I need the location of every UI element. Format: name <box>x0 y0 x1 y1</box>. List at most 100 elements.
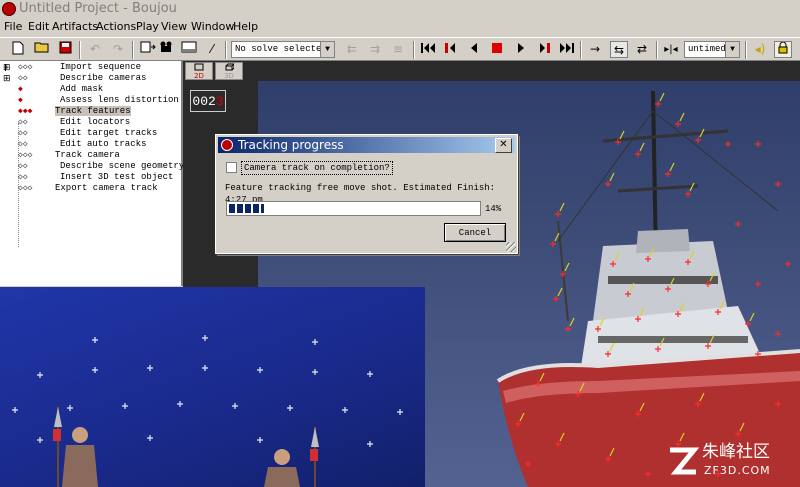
bluescreen-illustration <box>12 335 403 487</box>
camera-track-checkbox-label[interactable]: Camera track on completion? <box>241 161 393 175</box>
play-icon[interactable] <box>512 41 530 58</box>
dialog-title: Tracking progress <box>238 138 344 152</box>
tab-3d-label: 3D <box>224 72 234 80</box>
menu-edit[interactable]: Edit <box>28 18 49 36</box>
task-track-camera[interactable]: ◇◇◇ Track camera <box>18 150 120 161</box>
task-describe-cameras[interactable]: ◇◇ Describe cameras <box>18 73 146 84</box>
solve-next-icon[interactable]: ⇉ <box>366 41 384 58</box>
task-status-icon: ◆ <box>18 85 23 94</box>
loop-icon[interactable]: ⇆ <box>610 41 628 58</box>
task-status-icon: ◇◇◇ <box>18 151 33 160</box>
next-key-icon[interactable] <box>535 41 553 58</box>
toolbar-separator <box>225 41 227 59</box>
task-status-icon: ◇◇◇ <box>18 63 33 72</box>
task-import-sequence[interactable]: ◇◇◇ Import sequence <box>18 62 141 73</box>
menu-artifacts[interactable]: Artifacts <box>52 18 98 36</box>
sound-icon[interactable]: ◂) <box>751 41 769 58</box>
menu-file[interactable]: File <box>4 18 22 36</box>
toolbar-separator <box>745 41 747 59</box>
task-panel: I ◇◇◇ Import sequence ◇◇ Describe cameras … <box>0 61 184 286</box>
watermark-logo: 朱峰社区 ZF3D.COM <box>666 442 796 484</box>
arrow-forward-icon[interactable]: → <box>586 41 604 58</box>
progress-percent: 14% <box>485 204 502 214</box>
task-track-features[interactable]: ◆◆◆ Track features <box>18 106 131 117</box>
expand-icon[interactable]: ⊞ <box>3 64 11 73</box>
task-label: Edit auto tracks <box>60 139 147 149</box>
task-label: Export camera track <box>55 183 158 193</box>
window-title: Untitled Project - Boujou <box>19 1 177 16</box>
view-2d-icon <box>194 63 204 71</box>
toolbar-separator <box>656 41 658 59</box>
solve-select[interactable]: No solve selected ▼ <box>231 41 335 58</box>
menu-window[interactable]: Window <box>191 18 234 36</box>
task-describe-scene-geometry[interactable]: ◇◇ Describe scene geometry <box>18 161 184 172</box>
export-film-icon[interactable] <box>139 41 157 58</box>
step-back-icon[interactable] <box>465 41 483 58</box>
task-status-icon: ◇◇ <box>18 118 28 127</box>
stop-icon[interactable] <box>488 41 506 58</box>
task-status-icon: ◇◇ <box>18 74 28 83</box>
task-label: Track features <box>55 106 131 116</box>
range-icon[interactable]: ▸|◂ <box>662 41 680 58</box>
open-icon[interactable] <box>33 41 51 58</box>
menu-bar: File Edit Artifacts Actions Play View Wi… <box>0 18 800 36</box>
first-frame-icon[interactable] <box>419 41 437 58</box>
task-label: Track camera <box>55 150 120 160</box>
close-icon[interactable]: ✕ <box>495 138 512 153</box>
save-icon[interactable] <box>56 41 74 58</box>
task-label: Assess lens distortion <box>60 95 179 105</box>
task-add-mask[interactable]: ◆ Add mask <box>18 84 103 95</box>
task-insert-3d-test-object[interactable]: ◇◇ Insert 3D test object <box>18 172 173 183</box>
ping-pong-icon[interactable]: ⇄ <box>633 41 651 58</box>
solve-select-value: No solve selected <box>235 44 327 54</box>
solve-all-icon[interactable]: ≡ <box>389 41 407 58</box>
tab-3d[interactable]: 3D <box>215 62 243 80</box>
tab-2d-label: 2D <box>194 72 204 80</box>
solve-prev-icon[interactable]: ⇇ <box>343 41 361 58</box>
expand-icon[interactable]: ⊞ <box>3 75 11 84</box>
task-label: Describe scene geometry <box>60 161 185 171</box>
task-label: Describe cameras <box>60 73 147 83</box>
task-edit-locators[interactable]: ◇◇ Edit locators <box>18 117 130 128</box>
tracking-progress-bar <box>226 201 481 216</box>
task-status-icon: ◇◇ <box>18 173 28 182</box>
bluescreen-preview[interactable] <box>0 287 425 487</box>
task-export-camera-track[interactable]: ◇◇◇ Export camera track <box>18 183 158 194</box>
task-status-icon: ◇◇ <box>18 162 28 171</box>
toolbar-separator <box>132 41 134 59</box>
task-label: Add mask <box>60 84 104 94</box>
frame-counter: 0023 <box>190 90 226 112</box>
menu-view[interactable]: View <box>161 18 187 36</box>
toolbar-separator <box>580 41 582 59</box>
camera-track-checkbox[interactable] <box>226 162 237 173</box>
tab-2d[interactable]: 2D <box>185 62 213 80</box>
watermark-text: 朱峰社区 <box>702 442 770 462</box>
prev-key-icon[interactable] <box>442 41 460 58</box>
frame-number-last-digit: 3 <box>215 94 224 109</box>
lock-icon[interactable] <box>774 41 792 58</box>
undo-icon[interactable]: ↶ <box>86 41 104 58</box>
menu-help[interactable]: Help <box>233 18 258 36</box>
redo-icon[interactable]: ↷ <box>109 41 127 58</box>
wand-icon[interactable]: ⁄ <box>203 41 221 58</box>
new-icon[interactable] <box>9 41 27 58</box>
menu-play[interactable]: Play <box>136 18 159 36</box>
cancel-button[interactable]: Cancel <box>444 223 506 242</box>
chevron-down-icon[interactable]: ▼ <box>320 42 334 57</box>
task-status-icon: ◆ <box>18 96 23 105</box>
camera-icon[interactable] <box>158 41 176 58</box>
chevron-down-icon[interactable]: ▼ <box>725 42 739 57</box>
resize-grip-icon[interactable] <box>506 242 516 252</box>
task-edit-target-tracks[interactable]: ◇◇ Edit target tracks <box>18 128 157 139</box>
task-edit-auto-tracks[interactable]: ◇◇ Edit auto tracks <box>18 139 146 150</box>
app-icon <box>221 139 233 151</box>
task-label: Insert 3D test object <box>60 172 174 182</box>
timing-select-value: untimed <box>688 44 726 54</box>
task-assess-lens-distortion[interactable]: ◆ Assess lens distortion <box>18 95 179 106</box>
dialog-title-bar[interactable]: Tracking progress ✕ <box>218 137 515 153</box>
view-icon[interactable] <box>180 41 198 58</box>
menu-actions[interactable]: Actions <box>96 18 136 36</box>
timing-select[interactable]: untimed ▼ <box>684 41 740 58</box>
last-frame-icon[interactable] <box>558 41 576 58</box>
toolbar: ↶ ↷ ⁄ No solve selected ▼ ⇇ ⇉ ≡ → ⇆ ⇄ ▸|… <box>0 37 800 61</box>
